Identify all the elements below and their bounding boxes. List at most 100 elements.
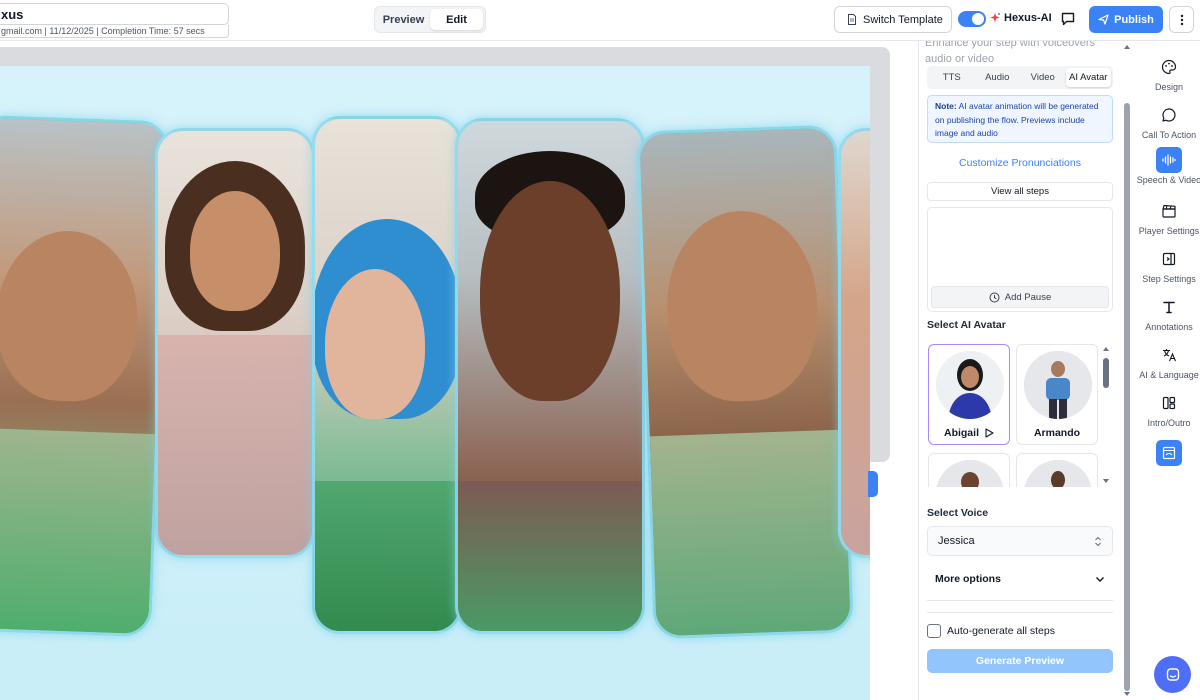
- panel-scroll-thumb[interactable]: [1124, 103, 1130, 691]
- clapperboard-icon: [1156, 198, 1182, 224]
- avatar-card-image: [155, 128, 315, 558]
- select-voice-label: Select Voice: [927, 507, 989, 519]
- avatar-option[interactable]: [928, 453, 1010, 487]
- avatar-card-image: [636, 124, 854, 640]
- sidebar-item-label: Annotations: [1145, 322, 1193, 332]
- sidebar-item-call-to-action[interactable]: Call To Action: [1132, 102, 1200, 140]
- avatar-name-row: Abigail: [929, 427, 1009, 439]
- clock-icon: [989, 292, 1000, 302]
- switch-template-button[interactable]: Switch Template: [834, 6, 952, 33]
- sidebar-item-label: Intro/Outro: [1147, 418, 1191, 428]
- publish-button[interactable]: Publish: [1089, 6, 1163, 33]
- note-label: Note:: [935, 101, 957, 111]
- tab-video[interactable]: Video: [1020, 68, 1066, 87]
- add-pause-button[interactable]: Add Pause: [931, 286, 1109, 308]
- voice-select-value: Jessica: [938, 535, 975, 547]
- switch-template-label: Switch Template: [863, 13, 943, 26]
- flow-title-input[interactable]: xus: [0, 3, 229, 25]
- ai-avatar-note: Note: AI avatar animation will be genera…: [927, 95, 1113, 143]
- sidebar-item-label: Speech & Video: [1136, 175, 1200, 185]
- avatar-scroll-thumb[interactable]: [1103, 358, 1109, 388]
- canvas-side-handle[interactable]: [868, 471, 878, 497]
- template-file-icon: [848, 14, 856, 25]
- sidebar-item-speech-video[interactable]: Speech & Video: [1132, 147, 1200, 185]
- support-chat-button[interactable]: [1154, 656, 1191, 693]
- note-text: AI avatar animation will be generated on…: [935, 101, 1099, 138]
- avatar-grid-scrollbar[interactable]: [1102, 346, 1110, 486]
- avatar-abigail-image: [936, 351, 1004, 419]
- tab-tts[interactable]: TTS: [929, 68, 975, 87]
- sidebar-item-label: Step Settings: [1142, 274, 1196, 284]
- kebab-icon: [1180, 14, 1183, 25]
- sparkle-icon: [990, 13, 1000, 22]
- editor-canvas: [0, 41, 918, 700]
- auto-generate-label: Auto-generate all steps: [947, 625, 1055, 637]
- audio-wave-icon: [1156, 147, 1182, 173]
- avatar-image: [936, 460, 1004, 487]
- chat-support-icon: [1166, 667, 1179, 681]
- avatar-image: [1024, 460, 1092, 487]
- avatar-name-row: Armando: [1017, 427, 1097, 439]
- scroll-down-icon[interactable]: [1123, 691, 1131, 697]
- comments-icon[interactable]: [1060, 11, 1076, 27]
- customize-pronunciations-link[interactable]: Customize Pronunciations: [927, 157, 1113, 169]
- edit-mode-button[interactable]: Edit: [430, 9, 483, 30]
- avatar-option[interactable]: [1016, 453, 1098, 487]
- avatar-card-image: [312, 116, 462, 634]
- tab-ai-avatar[interactable]: AI Avatar: [1065, 68, 1111, 87]
- sidebar-item-media[interactable]: [1132, 440, 1200, 468]
- play-icon[interactable]: [985, 428, 994, 438]
- palette-icon: [1156, 54, 1182, 80]
- scroll-up-icon[interactable]: [1123, 44, 1131, 50]
- sidebar-item-annotations[interactable]: Annotations: [1132, 294, 1200, 332]
- sidebar-item-label: Design: [1154, 82, 1183, 92]
- scroll-down-icon[interactable]: [1102, 478, 1110, 484]
- scroll-up-icon[interactable]: [1102, 346, 1110, 352]
- sidebar-item-label: AI & Language: [1139, 370, 1199, 380]
- avatar-grid: Abigail Armando: [927, 344, 1105, 487]
- more-options-toggle[interactable]: More options: [927, 566, 1113, 592]
- top-bar: xus gmail.com | 11/12/2025 | Completion …: [0, 0, 1200, 41]
- hexus-ai-toggle[interactable]: [958, 11, 986, 27]
- add-pause-label: Add Pause: [1004, 291, 1052, 303]
- chevron-down-icon: [1096, 577, 1104, 582]
- sidebar-item-step-settings[interactable]: Step Settings: [1132, 246, 1200, 284]
- avatar-card-image: [0, 114, 169, 638]
- sidebar-item-intro-outro[interactable]: Intro/Outro: [1132, 390, 1200, 428]
- preview-mode-button[interactable]: Preview: [377, 9, 430, 30]
- chat-bubble-icon: [1156, 102, 1182, 128]
- hexus-ai-label: Hexus-AI: [1004, 12, 1052, 24]
- voice-select[interactable]: Jessica: [927, 526, 1113, 556]
- section-divider: [927, 612, 1113, 613]
- mode-toggle: Preview Edit: [374, 6, 486, 33]
- tab-audio[interactable]: Audio: [975, 68, 1021, 87]
- hexus-ai-label-group: Hexus-AI: [989, 12, 1052, 24]
- avatar-card-image: [838, 128, 870, 558]
- image-frame-icon: [1156, 440, 1182, 466]
- generate-preview-button[interactable]: Generate Preview: [927, 649, 1113, 673]
- avatar-option-armando[interactable]: Armando: [1016, 344, 1098, 445]
- step-preview-image[interactable]: [0, 66, 870, 700]
- avatar-option-abigail[interactable]: Abigail: [928, 344, 1010, 445]
- avatar-armando-image: [1024, 351, 1092, 419]
- panel-scrollbar[interactable]: [1122, 41, 1132, 700]
- avatar-name-label: Abigail: [943, 427, 979, 439]
- more-menu-button[interactable]: [1169, 6, 1194, 33]
- chevron-up-down-icon: [1095, 536, 1101, 547]
- section-divider: [927, 600, 1113, 601]
- text-t-icon: [1156, 294, 1182, 320]
- auto-generate-checkbox[interactable]: [927, 624, 941, 638]
- blocks-layout-icon: [1156, 390, 1182, 416]
- sidebar-item-label: Call To Action: [1141, 130, 1197, 140]
- panel-description: Enhance your step with voiceovers audio …: [925, 41, 1095, 65]
- sidebar-item-ai-language[interactable]: AI & Language: [1132, 342, 1200, 380]
- sidebar-item-design[interactable]: Design: [1132, 54, 1200, 92]
- flow-meta-info: gmail.com | 11/12/2025 | Completion Time…: [0, 25, 229, 38]
- sidebar-item-player-settings[interactable]: Player Settings: [1132, 198, 1200, 236]
- view-all-steps-button[interactable]: View all steps: [927, 182, 1113, 201]
- select-avatar-label: Select AI Avatar: [927, 319, 1006, 331]
- auto-generate-row: Auto-generate all steps: [927, 624, 1055, 638]
- translate-icon: [1156, 342, 1182, 368]
- speech-video-panel: Enhance your step with voiceovers audio …: [918, 41, 1122, 700]
- settings-sidebar: Design Call To Action Speech & Video Pla…: [1132, 41, 1200, 700]
